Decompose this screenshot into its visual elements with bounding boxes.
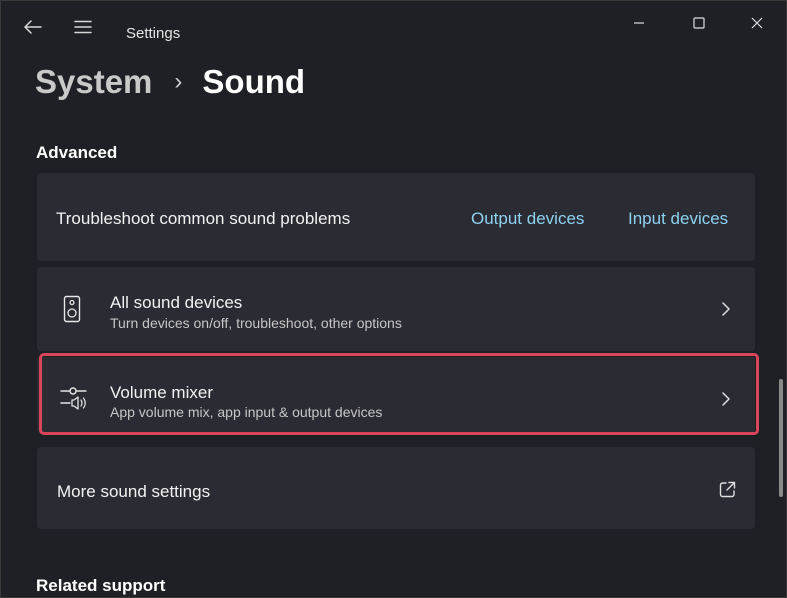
volume-mixer-title: Volume mixer bbox=[110, 383, 213, 402]
maximize-icon[interactable] bbox=[681, 9, 717, 37]
minimize-icon[interactable] bbox=[621, 9, 657, 37]
app-title: Settings bbox=[126, 25, 181, 42]
breadcrumb: System › Sound bbox=[35, 63, 305, 101]
title-bar: Settings bbox=[1, 1, 786, 51]
scrollbar-thumb[interactable] bbox=[779, 379, 783, 497]
troubleshoot-label: Troubleshoot common sound problems bbox=[56, 209, 351, 228]
open-external-icon bbox=[718, 479, 736, 499]
troubleshoot-card: Troubleshoot common sound problems Outpu… bbox=[37, 173, 755, 261]
chevron-right-icon bbox=[719, 299, 733, 319]
output-devices-link[interactable]: Output devices bbox=[471, 209, 584, 229]
all-sound-devices-title: All sound devices bbox=[110, 293, 243, 312]
section-heading-advanced: Advanced bbox=[36, 143, 118, 162]
volume-mixer-icon bbox=[59, 382, 89, 412]
section-heading-related-support: Related support bbox=[36, 576, 166, 595]
volume-mixer-item[interactable]: Volume mixer App volume mix, app input &… bbox=[37, 357, 755, 433]
all-sound-devices-subtitle: Turn devices on/off, troubleshoot, other… bbox=[110, 315, 402, 331]
chevron-right-icon bbox=[719, 389, 733, 409]
close-icon[interactable] bbox=[739, 9, 775, 37]
hamburger-menu-icon[interactable] bbox=[71, 15, 95, 39]
input-devices-link[interactable]: Input devices bbox=[628, 209, 728, 229]
back-arrow-icon[interactable] bbox=[21, 15, 45, 39]
settings-window: Settings System › Sound Advanced Trouble… bbox=[0, 0, 787, 598]
page-title: Sound bbox=[202, 63, 306, 100]
volume-mixer-subtitle: App volume mix, app input & output devic… bbox=[110, 404, 383, 420]
breadcrumb-separator: › bbox=[174, 68, 183, 95]
speaker-device-icon bbox=[57, 294, 87, 324]
more-sound-settings-title: More sound settings bbox=[57, 482, 211, 501]
all-sound-devices-item[interactable]: All sound devices Turn devices on/off, t… bbox=[37, 267, 755, 351]
more-sound-settings-item[interactable]: More sound settings bbox=[37, 447, 755, 529]
breadcrumb-system[interactable]: System bbox=[35, 63, 152, 101]
